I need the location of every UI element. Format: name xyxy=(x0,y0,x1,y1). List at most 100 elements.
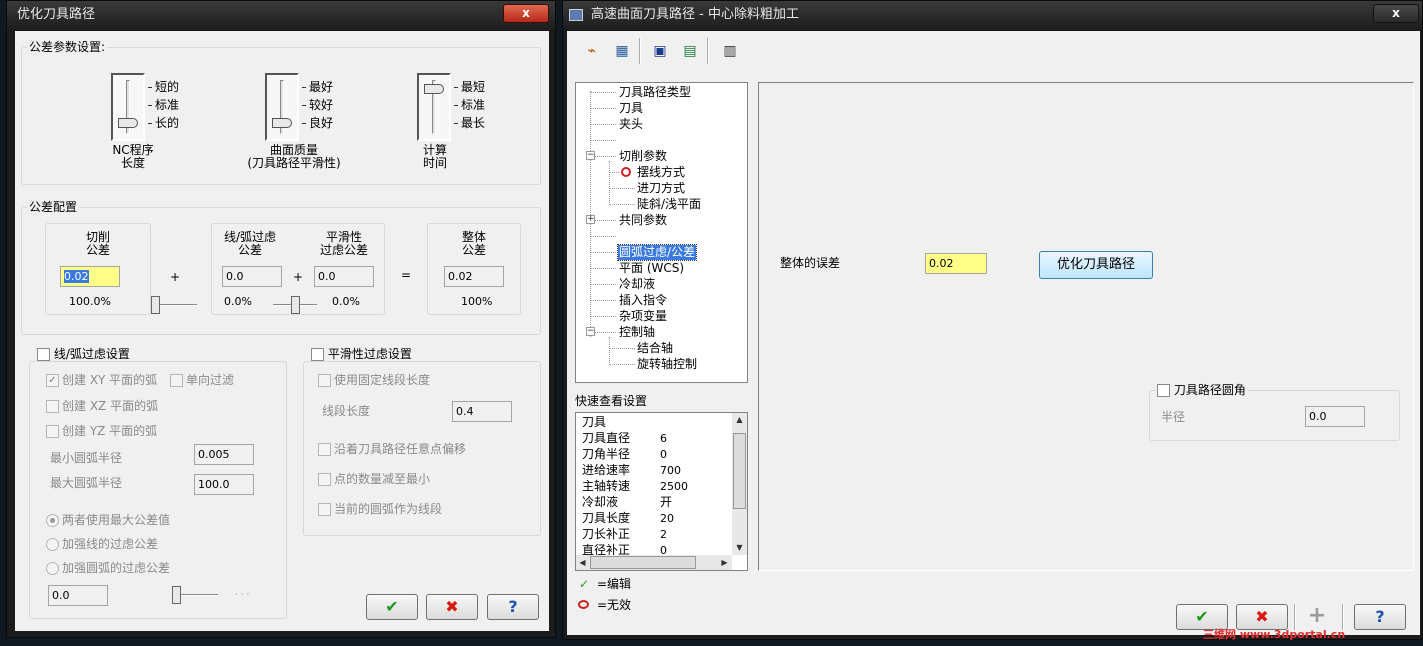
left-cancel-button[interactable]: ✖ xyxy=(426,594,478,620)
legend-edit: =编辑 xyxy=(597,577,632,591)
surface-quality-slider[interactable] xyxy=(265,73,299,141)
collapse-icon[interactable]: − xyxy=(586,327,595,336)
scroll-down-icon[interactable]: ▼ xyxy=(733,541,746,554)
qv-horizontal-scrollbar[interactable]: ◀ ▶ xyxy=(576,555,732,570)
tree-item[interactable]: 冷却液 xyxy=(619,277,655,292)
scroll-up-icon[interactable]: ▲ xyxy=(733,413,746,426)
min-radius-input[interactable]: 0.005 xyxy=(194,444,254,465)
preview-icon[interactable]: ▦ xyxy=(611,39,633,63)
create-xz-arc-checkbox[interactable] xyxy=(46,400,59,413)
tree-item[interactable]: 杂项变量 xyxy=(619,309,667,324)
compute-time-thumb[interactable] xyxy=(424,84,444,94)
tree-item[interactable]: 摆线方式 xyxy=(637,165,685,180)
right-title-bar[interactable]: 高速曲面刀具路径 - 中心除料粗加工 xyxy=(563,1,1422,29)
toolpath-fillet-checkbox[interactable] xyxy=(1157,384,1170,397)
tree-item[interactable]: 共同参数 xyxy=(619,213,667,228)
qv-vertical-scrollbar[interactable]: ▲ ▼ xyxy=(732,413,747,555)
left-close-button[interactable]: x xyxy=(503,4,549,23)
sq-tick-good: 良好 xyxy=(309,116,334,130)
ct-tick-longest: 最长 xyxy=(461,116,486,130)
scroll-right-icon[interactable]: ▶ xyxy=(718,556,731,569)
create-yz-arc-label: 创建 YZ 平面的弧 xyxy=(62,424,158,438)
nc-length-slider[interactable] xyxy=(111,73,145,141)
sq-tick-better: 较好 xyxy=(309,98,334,112)
right-close-button[interactable]: x xyxy=(1373,4,1419,23)
fillet-radius-input[interactable]: 0.0 xyxy=(1305,406,1365,427)
right-cancel-button[interactable]: ✖ xyxy=(1236,604,1288,630)
tool-icon[interactable]: ⌁ xyxy=(581,39,603,63)
arc-as-segment-checkbox[interactable] xyxy=(318,503,331,516)
tree-item[interactable]: 旋转轴控制 xyxy=(637,357,697,372)
optimize-toolpath-button[interactable]: 优化刀具路径 xyxy=(1039,251,1153,279)
arc-filter-ratio-knob[interactable] xyxy=(172,586,181,604)
tree-item[interactable]: 进刀方式 xyxy=(637,181,685,196)
nc-length-thumb[interactable] xyxy=(118,118,138,128)
tree-item[interactable]: 刀具路径类型 xyxy=(619,85,691,100)
right-dialog-title: 高速曲面刀具路径 - 中心除料粗加工 xyxy=(591,7,799,22)
use-max-tolerance-label: 两者使用最大公差值 xyxy=(62,513,171,527)
qv-value: 700 xyxy=(660,464,681,477)
scroll-left-icon[interactable]: ◀ xyxy=(576,556,589,569)
left-help-button[interactable]: ? xyxy=(487,594,539,620)
hscroll-thumb[interactable] xyxy=(590,556,696,569)
edit-check-icon: ✓ xyxy=(579,577,590,591)
tree-item[interactable]: 插入指令 xyxy=(619,293,667,308)
qv-key: 进给速率 xyxy=(582,463,631,477)
tree-item[interactable]: 陡斜/浅平面 xyxy=(637,197,701,212)
quick-view-title: 快速查看设置 xyxy=(575,394,648,408)
plus-sign-1: + xyxy=(170,270,181,284)
arc-filter-value-input[interactable]: 0.0 xyxy=(48,585,108,606)
cut-weight-slider[interactable] xyxy=(151,295,197,315)
parameter-tree[interactable]: 刀具路径类型 刀具 夹头 − 切削参数 摆线方式 进刀方式 陡斜/浅平面 + 共… xyxy=(575,82,748,383)
tree-item-selected[interactable]: 圆弧过虑/公差 xyxy=(616,244,698,261)
tree-item[interactable]: 控制轴 xyxy=(619,325,655,340)
add-icon[interactable]: + xyxy=(1302,604,1332,630)
save-icon[interactable]: ▣ xyxy=(649,39,671,63)
tree-item[interactable]: 结合轴 xyxy=(637,341,673,356)
tree-item[interactable]: 夹头 xyxy=(619,117,643,132)
plus-sign-2: + xyxy=(293,270,304,284)
segment-length-input[interactable]: 0.4 xyxy=(452,401,512,422)
watermark: 三维网 www.3dportal.cn xyxy=(1203,628,1346,641)
max-radius-input[interactable]: 100.0 xyxy=(194,474,254,495)
create-xy-arc-checkbox[interactable]: ✓ xyxy=(46,374,59,387)
fixed-segment-checkbox[interactable] xyxy=(318,374,331,387)
compute-time-slider[interactable] xyxy=(417,73,451,141)
arc-filter-radio[interactable] xyxy=(46,562,59,575)
expand-icon[interactable]: + xyxy=(586,215,595,224)
fillet-radius-label: 半径 xyxy=(1161,410,1186,424)
equals-sign: = xyxy=(401,268,412,282)
scroll-thumb[interactable] xyxy=(733,433,746,509)
optimize-toolpath-dialog: 优化刀具路径 x 公差参数设置: 短的 标准 长的 NC程序 长度 最好 较好 … xyxy=(6,0,556,638)
smooth-tolerance-input[interactable]: 0.0 xyxy=(314,266,374,287)
arc-filter-ratio-slider[interactable] xyxy=(172,585,218,605)
create-xz-arc-label: 创建 XZ 平面的弧 xyxy=(62,399,159,413)
right-ok-button[interactable]: ✔ xyxy=(1176,604,1228,630)
reduce-points-checkbox[interactable] xyxy=(318,473,331,486)
tree-item[interactable]: 刀具 xyxy=(619,101,643,116)
cut-tolerance-input[interactable]: 0.02 xyxy=(60,266,120,287)
one-way-checkbox[interactable] xyxy=(170,374,183,387)
cut-weight-knob[interactable] xyxy=(151,296,160,314)
filter-balance-knob[interactable] xyxy=(291,296,300,314)
surface-quality-thumb[interactable] xyxy=(272,118,292,128)
collapse-icon[interactable]: − xyxy=(586,151,595,160)
min-radius-label: 最小圆弧半径 xyxy=(50,451,123,465)
quick-view-list[interactable]: 刀具 刀具直径 6 刀角半径 0 进给速率 700 主轴转速 2500 冷却液 … xyxy=(575,412,748,571)
calculator-icon[interactable]: ▥ xyxy=(719,39,741,63)
arc-filter-enable-checkbox[interactable] xyxy=(37,348,50,361)
left-title-bar[interactable]: 优化刀具路径 xyxy=(7,1,555,29)
filter-balance-slider[interactable] xyxy=(273,295,317,315)
line-filter-radio[interactable] xyxy=(46,538,59,551)
tree-item[interactable]: 平面 (WCS) xyxy=(619,261,684,276)
smooth-filter-enable-checkbox[interactable] xyxy=(311,348,324,361)
offset-any-point-checkbox[interactable] xyxy=(318,443,331,456)
overall-tolerance-input[interactable]: 0.02 xyxy=(925,253,987,274)
use-max-tolerance-radio[interactable] xyxy=(46,514,59,527)
save-as-icon[interactable]: ▤ xyxy=(679,39,701,63)
create-yz-arc-checkbox[interactable] xyxy=(46,425,59,438)
left-ok-button[interactable]: ✔ xyxy=(366,594,418,620)
arc-filter-input[interactable]: 0.0 xyxy=(222,266,282,287)
tree-item[interactable]: 切削参数 xyxy=(619,149,667,164)
right-help-button[interactable]: ? xyxy=(1354,604,1406,630)
